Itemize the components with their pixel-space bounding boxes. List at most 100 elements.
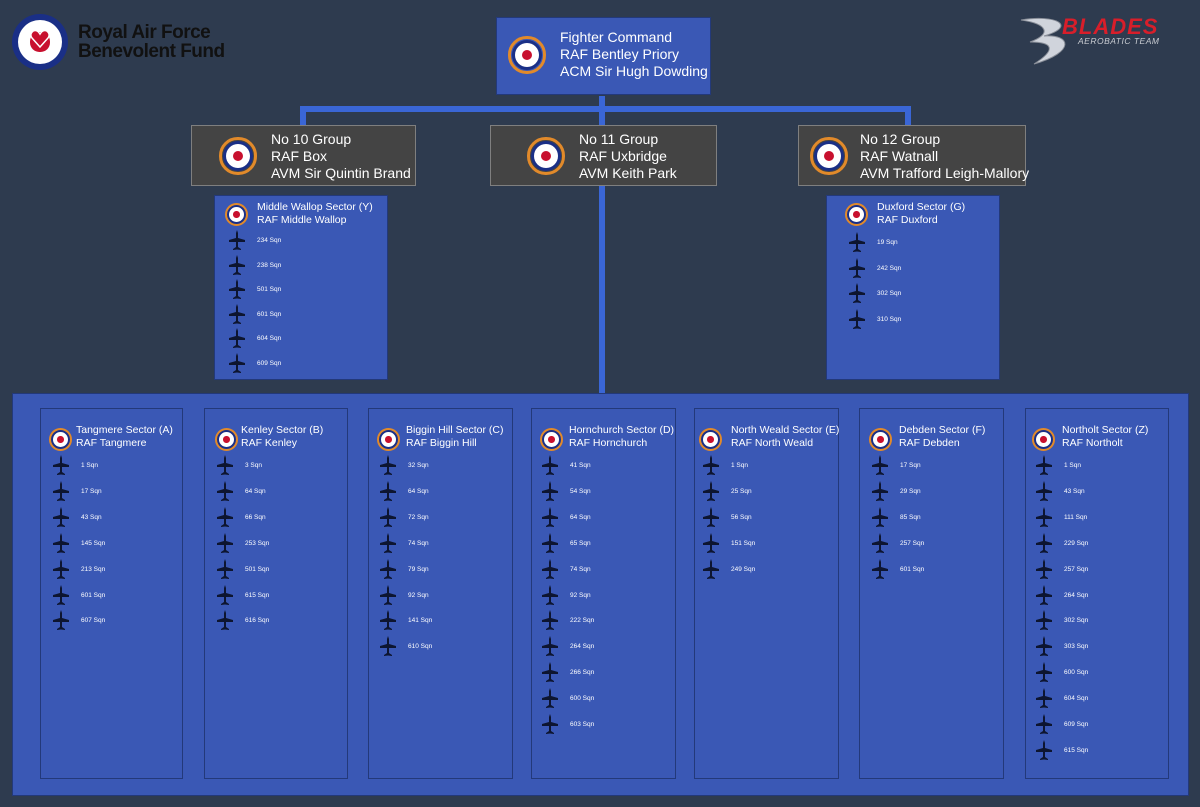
sector-name: Northolt Sector (Z) [1062, 424, 1149, 436]
spitfire-icon [380, 610, 396, 632]
spitfire-icon [542, 506, 558, 529]
squadron-label: 616 Sqn [245, 617, 270, 625]
spitfire-icon [849, 309, 865, 331]
squadron-label: 266 Sqn [570, 669, 595, 677]
squadron-label: 72 Sqn [408, 513, 429, 521]
sector-duxford-box: Duxford Sector (G) RAF Duxford 19 Sqn 242… [826, 195, 1000, 380]
squadron-label: 609 Sqn [1064, 721, 1089, 728]
squadron-label: 41 Sqn [570, 462, 591, 469]
group-12-station: RAF Watnall [860, 148, 939, 164]
spitfire-icon [542, 558, 558, 581]
group-11-commander: AVM Keith Park [579, 165, 677, 181]
squadron-label: 604 Sqn [1064, 695, 1089, 703]
spitfire-icon [703, 480, 719, 503]
squadron-label: 234 Sqn [257, 237, 282, 244]
spitfire-icon [229, 303, 245, 326]
squadron-label: 19 Sqn [877, 239, 898, 246]
sector-name: Debden Sector (F) [899, 424, 986, 436]
spitfire-icon [229, 279, 245, 301]
connector-group12-drop [905, 106, 911, 126]
spitfire-icon [53, 532, 69, 555]
spitfire-icon [872, 506, 888, 529]
squadron-label: 310 Sqn [877, 316, 902, 324]
squadron-label: 603 Sqn [570, 721, 595, 728]
squadron-label: 257 Sqn [1064, 565, 1089, 573]
spitfire-icon [380, 584, 396, 607]
group-11-box: No 11 Group RAF Uxbridge AVM Keith Park [490, 125, 717, 186]
spitfire-icon [53, 584, 69, 607]
sector-roundel-icon [868, 427, 893, 452]
spitfire-icon [849, 257, 865, 280]
squadron-label: 303 Sqn [1064, 643, 1089, 651]
squadron-label: 65 Sqn [570, 539, 591, 547]
blades-subtitle: AEROBATIC TEAM [1078, 36, 1160, 46]
heart-icon [30, 29, 50, 49]
group-12-title: No 12 Group [860, 131, 941, 147]
group-11-title: No 11 Group [579, 131, 659, 147]
spitfire-icon [542, 714, 558, 736]
spitfire-icon [872, 455, 888, 477]
squadron-label: 610 Sqn [408, 643, 433, 651]
group-11-roundel-icon [527, 137, 565, 175]
spitfire-icon [380, 532, 396, 555]
spitfire-icon [1036, 662, 1052, 684]
sector-station: RAF Duxford [877, 214, 938, 226]
spitfire-icon [1036, 739, 1052, 762]
sector-name: Biggin Hill Sector (C) [406, 424, 504, 436]
spitfire-icon [217, 532, 233, 555]
spitfire-icon [217, 506, 233, 529]
spitfire-icon [380, 480, 396, 503]
squadron-label: 17 Sqn [900, 462, 921, 469]
command-title: Fighter Command [560, 29, 673, 45]
squadron-label: 302 Sqn [877, 290, 902, 298]
spitfire-icon [542, 636, 558, 658]
spitfire-icon [872, 532, 888, 555]
sector-station: RAF North Weald [731, 437, 814, 449]
spitfire-icon [542, 662, 558, 684]
squadron-label: 145 Sqn [81, 539, 106, 547]
group-10-roundel-icon [219, 137, 257, 175]
group-11-sectors-container: Tangmere Sector (A) RAF Tangmere 1 Sqn 17… [12, 393, 1189, 796]
squadron-label: 151 Sqn [731, 539, 756, 547]
spitfire-icon [849, 283, 865, 305]
squadron-label: 600 Sqn [1064, 669, 1089, 677]
command-commander: ACM Sir Hugh Dowding [560, 63, 708, 79]
spitfire-icon [229, 254, 245, 277]
squadron-label: 92 Sqn [408, 591, 429, 599]
spitfire-icon [872, 480, 888, 503]
sector-roundel-icon [539, 427, 564, 452]
squadron-label: 601 Sqn [81, 591, 106, 599]
squadron-label: 609 Sqn [257, 359, 282, 367]
spitfire-icon [542, 480, 558, 503]
spitfire-icon [703, 532, 719, 555]
spitfire-icon [1036, 506, 1052, 529]
sector-hornchurch-box: Hornchurch Sector (D) RAF Hornchurch 41 … [531, 408, 676, 779]
spitfire-icon [53, 558, 69, 581]
spitfire-icon [1036, 688, 1052, 710]
sector-roundel-icon [844, 202, 869, 227]
squadron-label: 249 Sqn [731, 565, 756, 573]
sector-north-weald-box: North Weald Sector (E) RAF North Weald 1… [694, 408, 839, 779]
spitfire-icon [1036, 584, 1052, 607]
spitfire-icon [1036, 636, 1052, 658]
spitfire-icon [217, 610, 233, 632]
squadron-label: 600 Sqn [570, 695, 595, 703]
sector-station: RAF Hornchurch [569, 437, 648, 449]
sector-station: RAF Biggin Hill [406, 437, 477, 449]
squadron-label: 56 Sqn [731, 513, 752, 521]
spitfire-icon [703, 455, 719, 477]
group-12-commander: AVM Trafford Leigh-Mallory [860, 165, 1030, 181]
sector-station: RAF Middle Wallop [257, 214, 347, 226]
spitfire-icon [1036, 714, 1052, 736]
spitfire-icon [380, 506, 396, 529]
squadron-label: 79 Sqn [408, 565, 429, 573]
group-10-commander: AVM Sir Quintin Brand [271, 165, 411, 181]
squadron-label: 141 Sqn [408, 617, 433, 625]
spitfire-icon [542, 532, 558, 555]
group-12-roundel-icon [810, 137, 848, 175]
sector-station: RAF Northolt [1062, 437, 1123, 449]
spitfire-icon [380, 558, 396, 581]
spitfire-icon [53, 455, 69, 477]
squadron-label: 85 Sqn [900, 513, 921, 521]
sector-biggin-hill-box: Biggin Hill Sector (C) RAF Biggin Hill 3… [368, 408, 513, 779]
